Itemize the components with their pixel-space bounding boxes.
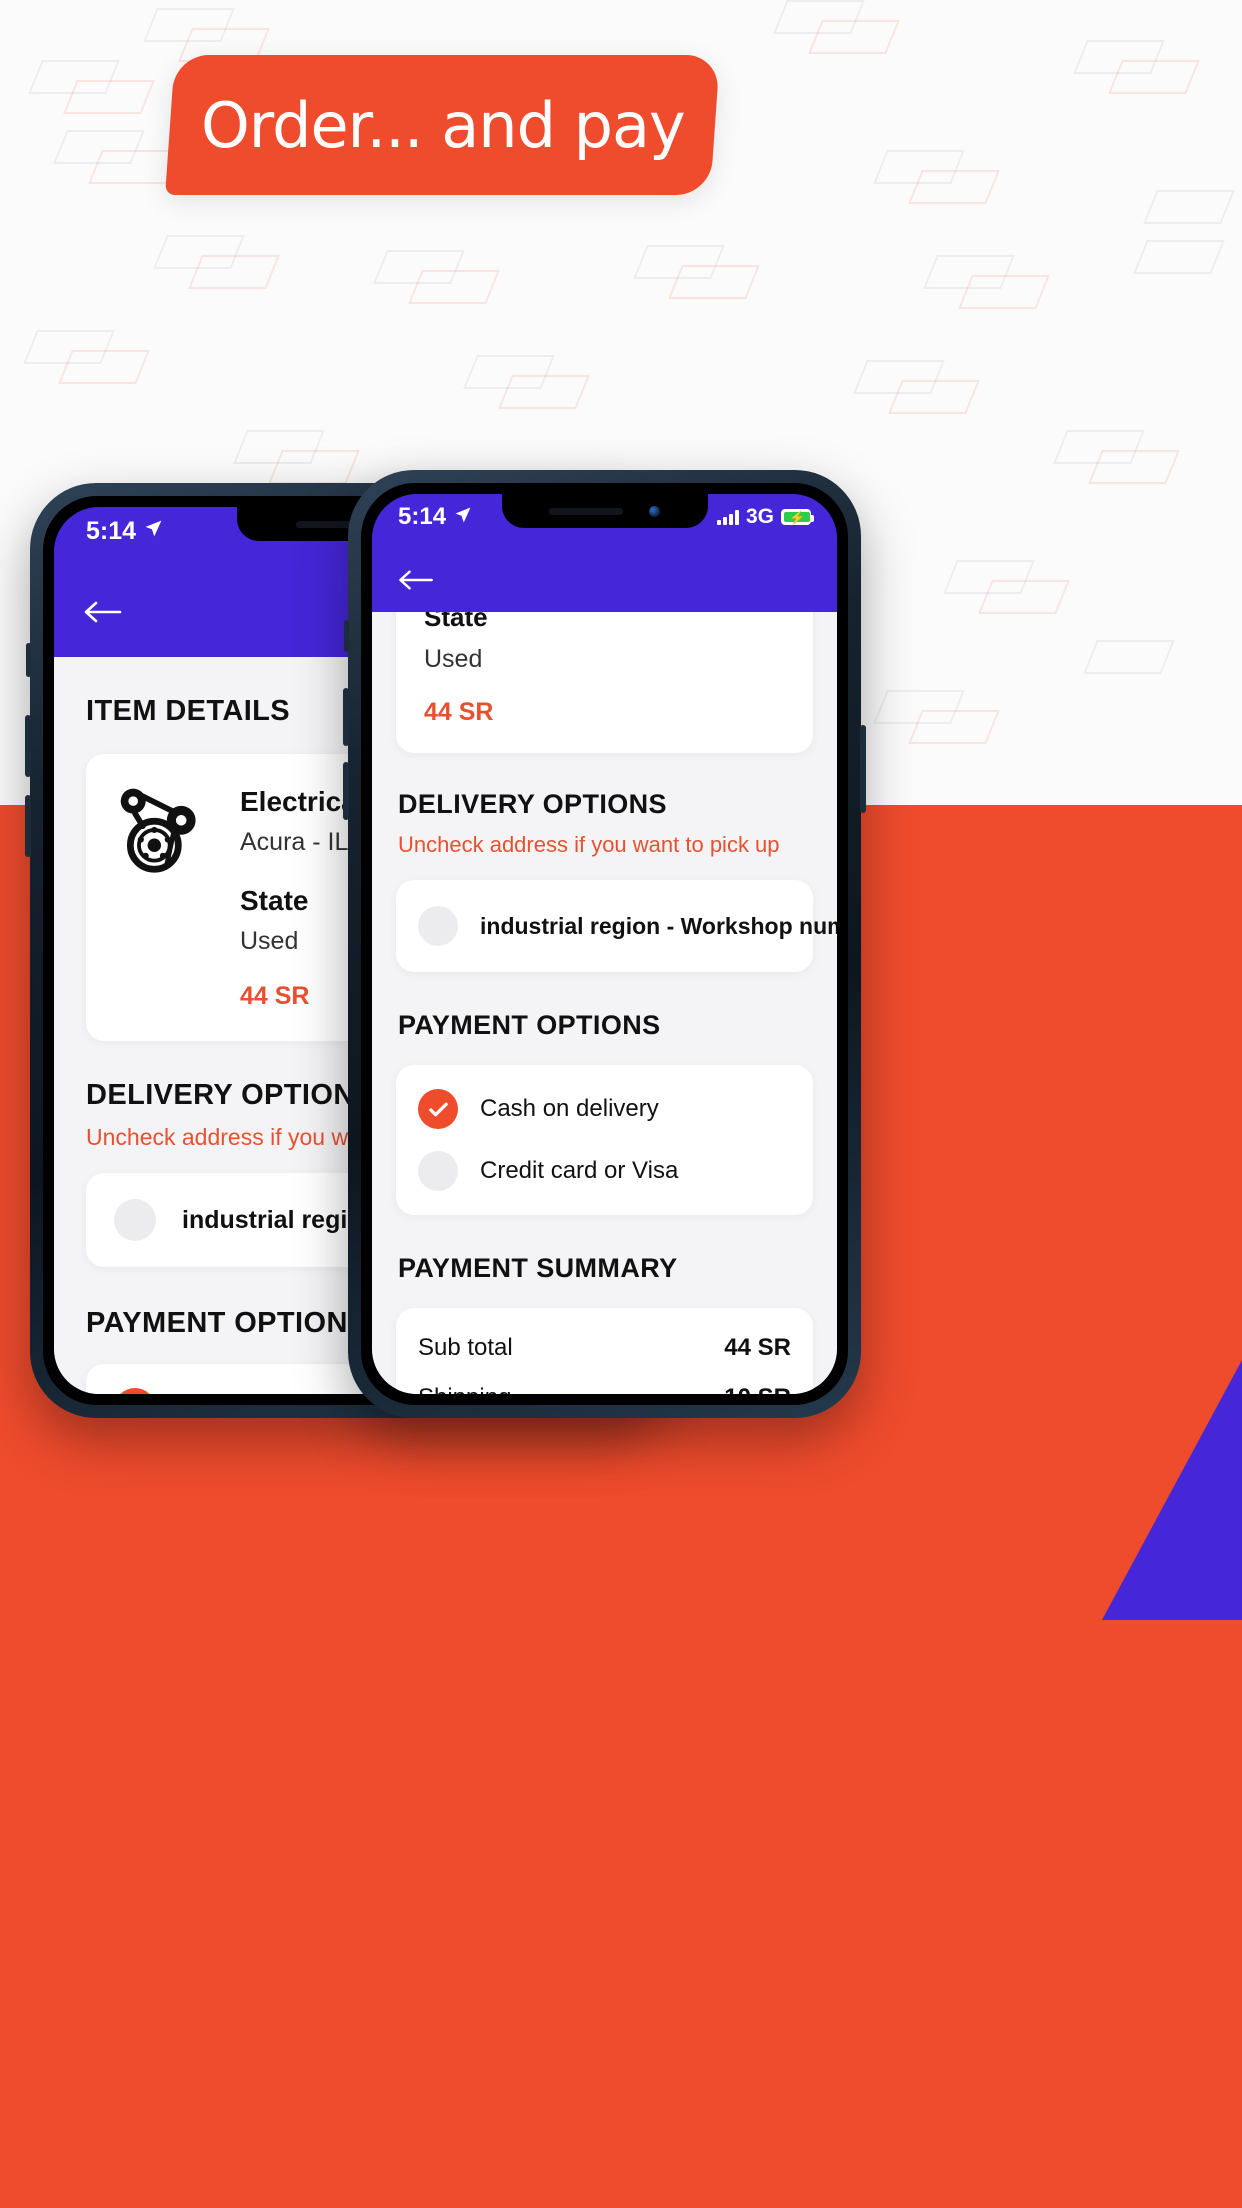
volume-down-button[interactable] [25, 795, 31, 857]
summary-row-value: 10 SR [724, 1384, 791, 1394]
location-arrow-icon [454, 506, 472, 529]
pattern-shape [1108, 60, 1200, 94]
battery-charging-icon: ⚡ [781, 509, 814, 525]
summary-row-shipping: Shipping 10 SR [418, 1384, 791, 1394]
payment-option-cash-radio[interactable] [114, 1388, 156, 1394]
power-button[interactable] [860, 725, 866, 813]
item-state-label: State [424, 612, 488, 632]
payment-option-card-radio[interactable] [418, 1151, 458, 1191]
pattern-shape [908, 170, 1000, 204]
payment-option-cash-radio[interactable] [418, 1089, 458, 1129]
scroll-body-right[interactable]: State Used 44 SR DELIVERY OPTIONS Unchec… [372, 612, 837, 1394]
volume-up-button[interactable] [25, 715, 31, 777]
pattern-shape [668, 265, 760, 299]
volume-up-button[interactable] [343, 688, 349, 746]
item-details-card-partial: State Used 44 SR [396, 612, 813, 753]
payment-option-cash-label: Cash on delivery [480, 1095, 659, 1122]
payment-options-card: Cash on delivery Credit card or Visa [396, 1065, 813, 1215]
mute-switch[interactable] [26, 643, 31, 677]
status-bar-left-group: 5:14 [86, 517, 163, 546]
earpiece-speaker [549, 507, 623, 515]
volume-down-button[interactable] [343, 762, 349, 820]
pattern-shape [908, 710, 1000, 744]
notch-right [501, 494, 708, 528]
pattern-shape [1133, 240, 1225, 274]
summary-row-value: 44 SR [724, 1334, 791, 1361]
summary-row-label: Sub total [418, 1334, 513, 1361]
summary-row-label: Shipping [418, 1384, 511, 1394]
item-price: 44 SR [424, 698, 494, 726]
phone-bezel-right: 5:14 3G ⚡ State Used 44 SR DELIVERY OPTI… [361, 483, 848, 1405]
location-arrow-icon [144, 519, 163, 543]
item-state-value: Used [424, 645, 483, 673]
payment-option-card-label: Credit card or Visa [480, 1157, 679, 1184]
pattern-shape [958, 275, 1050, 309]
payment-option-cash[interactable]: Cash on delivery [418, 1089, 791, 1129]
pattern-shape [408, 270, 500, 304]
screen-right: 5:14 3G ⚡ State Used 44 SR DELIVERY OPTI… [372, 494, 837, 1394]
pattern-shape [1083, 640, 1175, 674]
pattern-shape [888, 380, 980, 414]
pattern-shape [58, 350, 150, 384]
pattern-shape [1143, 190, 1235, 224]
section-title-payment-summary: PAYMENT SUMMARY [398, 1253, 678, 1283]
delivery-address-radio[interactable] [418, 906, 458, 946]
serpentine-belt-icon [114, 780, 210, 881]
pattern-shape [63, 80, 155, 114]
home-indicator-right[interactable] [506, 1372, 703, 1380]
phone-mockup-right: 5:14 3G ⚡ State Used 44 SR DELIVERY OPTI… [343, 470, 866, 1418]
headline-banner: Order... and pay [165, 55, 720, 195]
front-camera [649, 505, 660, 517]
pattern-shape [268, 450, 360, 484]
status-bar-right-group: 3G ⚡ [716, 505, 814, 529]
mute-switch[interactable] [344, 620, 349, 652]
payment-option-card[interactable]: Credit card or Visa [418, 1151, 791, 1191]
section-title-delivery-options: DELIVERY OPTIONS [398, 789, 667, 819]
status-bar-left-group: 5:14 [398, 503, 472, 531]
pattern-shape [498, 375, 590, 409]
section-title-payment-options: PAYMENT OPTIONS [398, 1010, 661, 1040]
delivery-address-option[interactable]: industrial region - Workshop number: 800 [396, 880, 837, 972]
status-time: 5:14 [398, 503, 447, 530]
pattern-shape [808, 20, 900, 54]
pattern-shape [188, 255, 280, 289]
summary-row-subtotal: Sub total 44 SR [418, 1334, 791, 1362]
delivery-address-label: industrial region - Workshop number: 800 [480, 912, 837, 939]
delivery-address-radio[interactable] [114, 1199, 156, 1241]
back-arrow-icon[interactable] [398, 568, 436, 597]
signal-bars-icon [716, 509, 739, 525]
back-arrow-icon[interactable] [84, 599, 124, 630]
payment-summary-card: Sub total 44 SR Shipping 10 SR Tax 0 SR … [396, 1308, 813, 1394]
delivery-note: Uncheck address if you want to pick up [398, 832, 780, 857]
pattern-shape [1088, 450, 1180, 484]
pattern-shape [978, 580, 1070, 614]
status-time: 5:14 [86, 516, 137, 545]
headline-text: Order... and pay [200, 88, 685, 162]
network-type-label: 3G [745, 505, 774, 528]
